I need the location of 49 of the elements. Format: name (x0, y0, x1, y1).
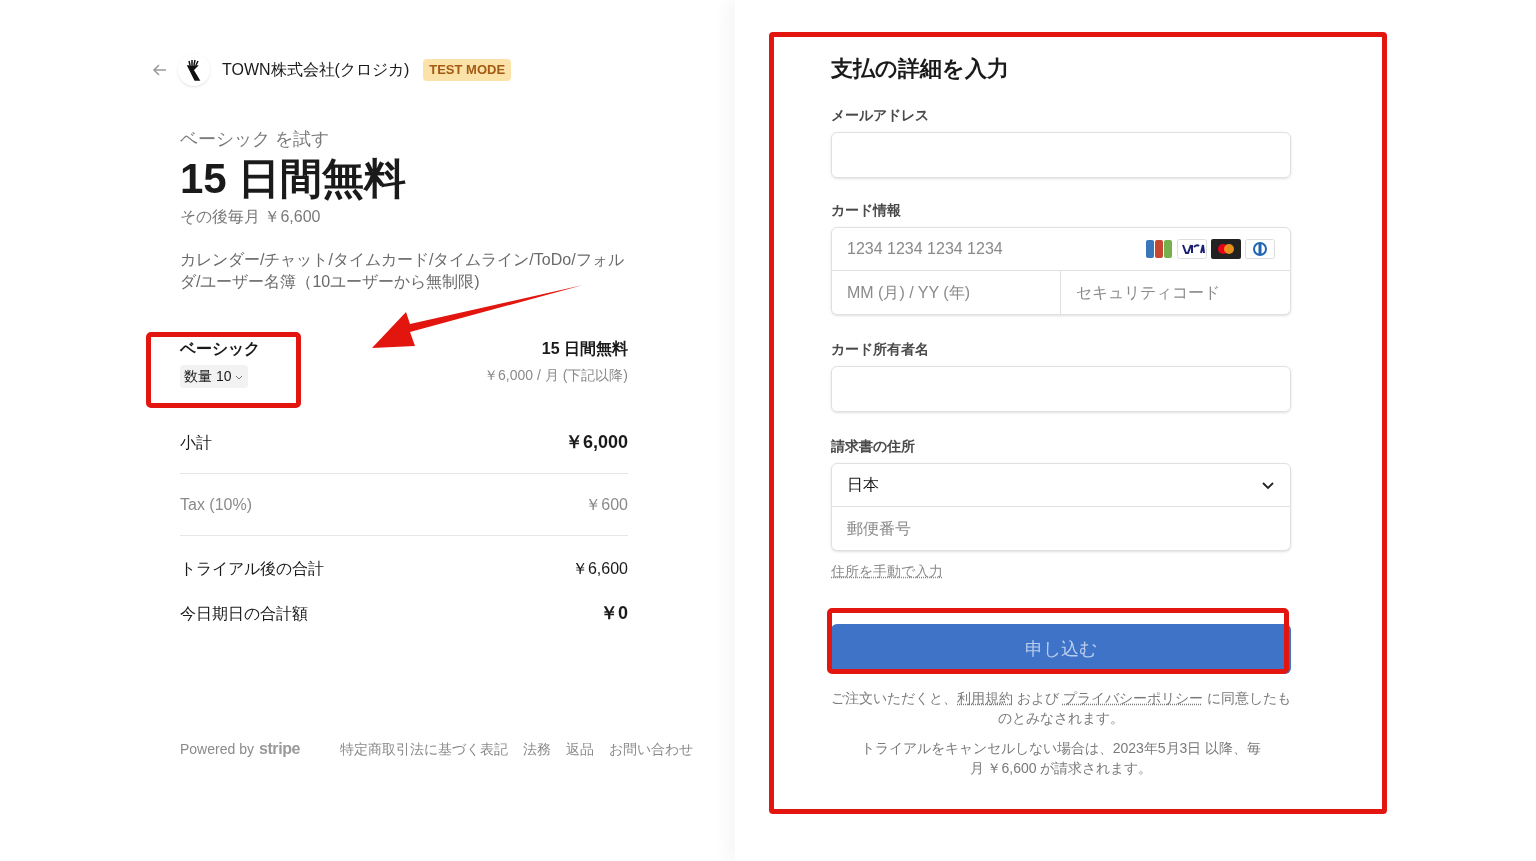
card-logo-icon (1245, 239, 1275, 259)
item-price: 15 日間無料 (541, 339, 628, 359)
card-number-placeholder: 1234 1234 1234 1234 (847, 239, 1003, 259)
total-label: Tax (10%) (180, 494, 253, 515)
security-code-field[interactable]: セキュリティコード (1061, 271, 1291, 315)
item-name: ベーシック (180, 339, 260, 359)
form-title: 支払の詳細を入力 (831, 55, 1010, 83)
trial-notice: トライアルをキャンセルしない場合は、2023年5月3日 以降、毎月 ￥6,600 が請求されます。 (859, 739, 1263, 778)
field-label: メールアドレス (831, 106, 930, 125)
total-amount: ￥6,000 (564, 431, 628, 454)
footer-link[interactable]: 特定商取引法に基づく表記 (340, 738, 509, 760)
total-label: トライアル後の合計 (180, 558, 324, 579)
plan-description: カレンダー/チャット/タイムカード/タイムライン/ToDo/フォルダ/ユーザー名簿（10ユーザーから無制限) (180, 250, 625, 292)
postal-code-field[interactable]: 郵便番号 (831, 507, 1291, 551)
total-amount: ￥600 (585, 494, 628, 515)
cardholder-field[interactable] (831, 366, 1291, 412)
submit-button[interactable]: 申し込む (831, 624, 1291, 674)
manual-address-link[interactable]: 住所を手動で入力 (831, 561, 943, 582)
quantity-selector[interactable]: 数量 10 (180, 365, 249, 388)
total-label: 今日期日の合計額 (180, 603, 308, 624)
stripe-logo[interactable]: stripe (258, 737, 301, 761)
powered-by-text: Powered by (180, 739, 254, 759)
email-field[interactable] (831, 132, 1291, 178)
terms-text: ご注文いただくと、利用規約 および プライバシーポリシー に同意したものとみなされます。 (831, 689, 1291, 728)
footer-link[interactable]: 返品 (566, 738, 595, 760)
terms-link[interactable]: 利用規約 (957, 690, 1014, 706)
country-select[interactable]: 日本 (831, 463, 1291, 507)
total-label: 小計 (180, 432, 212, 453)
field-label: カード情報 (831, 201, 902, 220)
footer-link[interactable]: お問い合わせ (609, 738, 694, 760)
card-number-field[interactable]: 1234 1234 1234 1234 (831, 227, 1291, 271)
total-amount: ￥6,600 (571, 558, 628, 579)
footer-link[interactable]: 法務 (523, 738, 552, 760)
field-label: 請求書の住所 (831, 437, 916, 456)
test-mode-badge: TEST MODE (423, 59, 512, 81)
plan-eyebrow: ベーシック を試す (180, 128, 330, 151)
field-label: カード所有者名 (831, 340, 930, 359)
deer-logo-icon (178, 54, 210, 86)
back-arrow-icon[interactable] (152, 62, 168, 78)
card-logo-icon (1145, 239, 1173, 259)
card-logo-icon (1177, 239, 1207, 259)
price-subline: その後毎月 ￥6,600 (180, 207, 322, 227)
merchant-name: TOWN株式会社(クロジカ) (222, 60, 410, 80)
item-price-note: ￥6,000 / 月 (下記以降) (484, 366, 628, 385)
privacy-link[interactable]: プライバシーポリシー (1062, 690, 1203, 706)
expiry-field[interactable]: MM (月) / YY (年) (831, 271, 1061, 315)
card-logo-icon (1211, 239, 1241, 259)
total-amount: ￥0 (600, 602, 628, 625)
trial-headline: 15 日間無料 (180, 154, 408, 204)
